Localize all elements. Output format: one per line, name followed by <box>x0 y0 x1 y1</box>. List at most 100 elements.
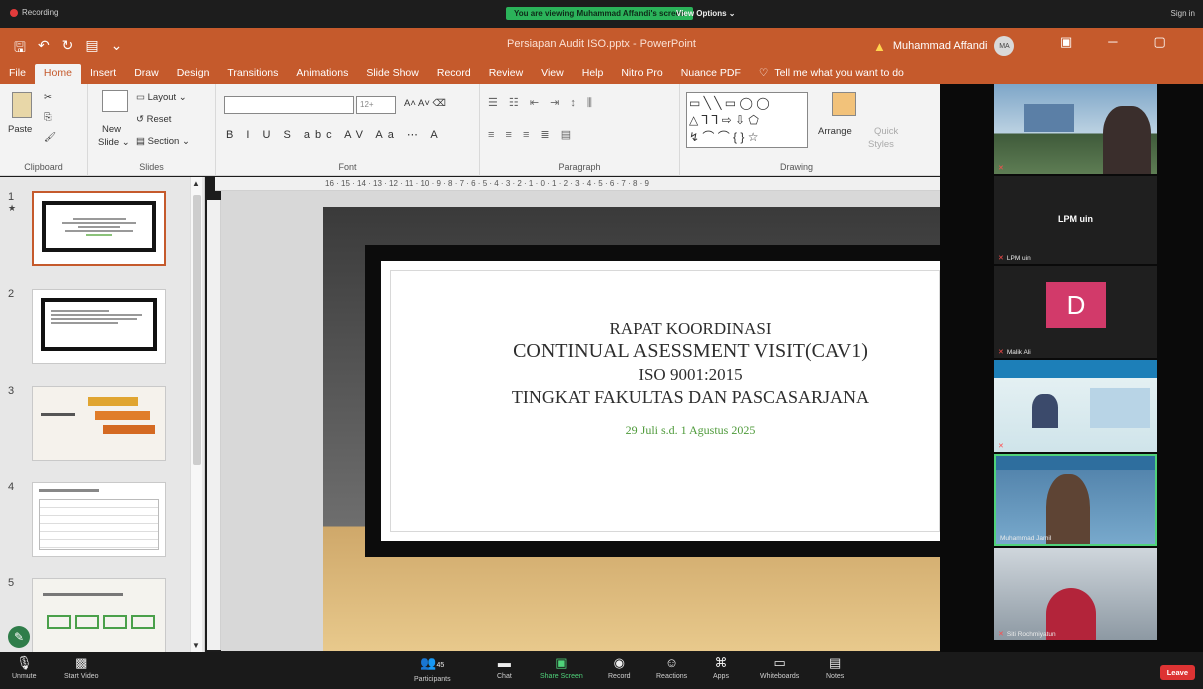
unmute-button[interactable]: 🎙 Unmute <box>12 656 37 681</box>
chat-button[interactable]: ▬ Chat <box>497 655 512 681</box>
whiteboards-button[interactable]: ▭ Whiteboards <box>760 656 799 681</box>
reset-button[interactable]: ↺ Reset <box>136 114 171 125</box>
new-slide-icon[interactable] <box>102 90 128 112</box>
tab-insert[interactable]: Insert <box>81 64 125 84</box>
thumb-slide-3[interactable] <box>32 386 166 461</box>
notes-button[interactable]: ▤ Notes <box>826 656 844 681</box>
font-size-select[interactable]: 12+ <box>356 96 396 114</box>
thumb-number: 1 <box>8 191 15 203</box>
font-name-select[interactable] <box>224 96 354 114</box>
undo-icon[interactable]: ↶ <box>38 37 50 61</box>
shapes-gallery[interactable]: ▭ ╲ ╲ ▭ ◯ ◯ △ ⅂ ⅂ ⇨ ⇩ ⬠ ↯ ⌒ ⌒ { } ☆ <box>686 92 808 148</box>
participant-video-3[interactable]: D ✕ Malik Ali <box>994 266 1157 358</box>
tab-home[interactable]: Home <box>34 64 81 84</box>
slide-frame: RAPAT KOORDINASI CONTINUAL ASESSMENT VIS… <box>365 245 940 557</box>
thumb-number: 4 <box>8 481 15 493</box>
start-video-button[interactable]: ▩ Start Video <box>64 656 99 681</box>
tab-view[interactable]: View <box>532 64 573 84</box>
slide-title-line-3[interactable]: ISO 9001:2015 <box>381 365 1000 385</box>
annotate-pen-button[interactable]: ✎ <box>8 626 30 648</box>
list-buttons[interactable]: ☰ ☷ ⇤ ⇥ ↕ ⫼ <box>488 96 596 110</box>
arrange-icon[interactable] <box>832 92 856 116</box>
tab-draw[interactable]: Draw <box>125 64 168 84</box>
present-icon[interactable]: ▤ <box>85 37 98 61</box>
paste-button[interactable]: Paste <box>8 124 32 135</box>
thumb-slide-5[interactable] <box>32 578 166 653</box>
participant-video-2[interactable]: LPM uin ✕ LPM uin <box>994 176 1157 264</box>
participants-button[interactable]: 👥45 Participants <box>414 656 451 684</box>
apps-button[interactable]: ⌘ Apps <box>713 656 729 681</box>
muted-mic-icon: ✕ <box>998 349 1004 356</box>
tab-animations[interactable]: Animations <box>287 64 357 84</box>
maximize-icon[interactable]: ▢ <box>1154 34 1166 50</box>
minimize-icon[interactable]: ─ <box>1108 34 1117 50</box>
pen-icon: ✎ <box>13 630 25 644</box>
share-screen-button[interactable]: ▣ Share Screen <box>540 655 583 681</box>
window-controls: ▣ ─ ▢ ✕ <box>1060 34 1203 50</box>
participant-label: LPM uin <box>1058 214 1093 224</box>
thumb-slide-2[interactable] <box>32 289 166 364</box>
tab-design[interactable]: Design <box>168 64 219 84</box>
tell-me-search[interactable]: ♡ Tell me what you want to do <box>750 64 913 84</box>
scroll-down-icon[interactable]: ▼ <box>192 641 200 650</box>
thumb-number: 2 <box>8 288 15 300</box>
participant-name: ✕ <box>998 442 1004 450</box>
thumbnails-scrollbar[interactable]: ▲ ▼ <box>190 177 202 652</box>
paragraph-group: ☰ ☷ ⇤ ⇥ ↕ ⫼ ≡ ≡ ≡ ≣ ▤ Paragraph <box>480 84 680 176</box>
scrollbar-thumb[interactable] <box>193 195 201 465</box>
slide-title-line-1[interactable]: RAPAT KOORDINASI <box>381 319 1000 339</box>
recording-indicator: Recording <box>10 8 58 17</box>
slide-canvas[interactable]: RAPAT KOORDINASI CONTINUAL ASESSMENT VIS… <box>221 191 940 651</box>
leave-button[interactable]: Leave <box>1159 665 1195 680</box>
slide-title-line-2[interactable]: CONTINUAL ASESSMENT VISIT(CAV1) <box>381 340 1000 363</box>
redo-icon[interactable]: ↻ <box>62 37 74 61</box>
copy-icon[interactable]: ⎘ <box>44 112 52 123</box>
tab-help[interactable]: Help <box>573 64 613 84</box>
quick-styles-label[interactable]: Styles <box>868 139 894 150</box>
view-options-button[interactable]: View Options ⌄ <box>676 9 735 18</box>
slide-date[interactable]: 29 Juli s.d. 1 Agustus 2025 <box>381 423 1000 438</box>
font-grow-shrink-icon[interactable]: A˄ A˅ ⌫ <box>404 98 446 109</box>
customize-qat-icon[interactable]: ⌄ <box>111 37 123 61</box>
tab-slide-show[interactable]: Slide Show <box>357 64 428 84</box>
arrange-button[interactable]: Arrange <box>818 126 852 137</box>
format-painter-icon[interactable]: 🖌 <box>44 132 56 143</box>
participant-video-5[interactable]: Muhammad Jamil <box>994 454 1157 546</box>
section-button[interactable]: ▤ Section ⌄ <box>136 136 190 147</box>
participant-name: ✕ Siti Rochmiyatun <box>998 630 1056 639</box>
ribbon-display-icon[interactable]: ▣ <box>1060 34 1072 50</box>
thumb-slide-1[interactable] <box>32 191 166 266</box>
tab-transitions[interactable]: Transitions <box>218 64 287 84</box>
tab-record[interactable]: Record <box>428 64 480 84</box>
quick-styles-button[interactable]: Quick <box>874 126 898 137</box>
tab-nitro-pro[interactable]: Nitro Pro <box>612 64 671 84</box>
tab-file[interactable]: File <box>0 64 35 84</box>
new-slide-button[interactable]: New <box>102 124 121 135</box>
record-button[interactable]: ◉ Record <box>608 656 631 681</box>
account-area[interactable]: ▲ Muhammad Affandi MA <box>873 36 1015 56</box>
paste-icon[interactable] <box>12 92 32 118</box>
font-format-buttons[interactable]: B I U S abc AV Aa ⋯ A <box>226 128 443 141</box>
align-buttons[interactable]: ≡ ≡ ≡ ≣ ▤ <box>488 128 575 141</box>
current-slide[interactable]: RAPAT KOORDINASI CONTINUAL ASESSMENT VIS… <box>323 207 940 651</box>
participant-video-4[interactable]: ✕ <box>994 360 1157 452</box>
slide-title-line-4[interactable]: TINGKAT FAKULTAS DAN PASCASARJANA <box>381 387 1000 408</box>
cut-icon[interactable]: ✂ <box>44 92 52 103</box>
chat-icon: ▬ <box>497 655 511 670</box>
clipboard-label: Clipboard <box>24 162 63 172</box>
tab-nuance-pdf[interactable]: Nuance PDF <box>672 64 750 84</box>
scroll-up-icon[interactable]: ▲ <box>192 179 200 188</box>
tab-review[interactable]: Review <box>480 64 532 84</box>
participant-video-6[interactable]: ✕ Siti Rochmiyatun <box>994 548 1157 640</box>
share-screen-icon: ▣ <box>555 655 568 670</box>
avatar[interactable]: MA <box>994 36 1015 56</box>
sign-in-link[interactable]: Sign in <box>1171 9 1195 18</box>
layout-button[interactable]: ▭ Layout ⌄ <box>136 92 187 103</box>
reactions-button[interactable]: ☺ Reactions <box>656 656 687 681</box>
save-icon[interactable]: 🖫 <box>14 37 26 61</box>
thumb-slide-4[interactable] <box>32 482 166 557</box>
slide-content[interactable]: RAPAT KOORDINASI CONTINUAL ASESSMENT VIS… <box>381 261 940 541</box>
new-slide-label[interactable]: Slide ⌄ <box>98 137 130 148</box>
zoom-toolbar: 🎙 Unmute ▩ Start Video 👥45 Participants ▬ Ch… <box>0 652 1203 689</box>
participant-video-1[interactable]: ✕ <box>994 84 1157 174</box>
